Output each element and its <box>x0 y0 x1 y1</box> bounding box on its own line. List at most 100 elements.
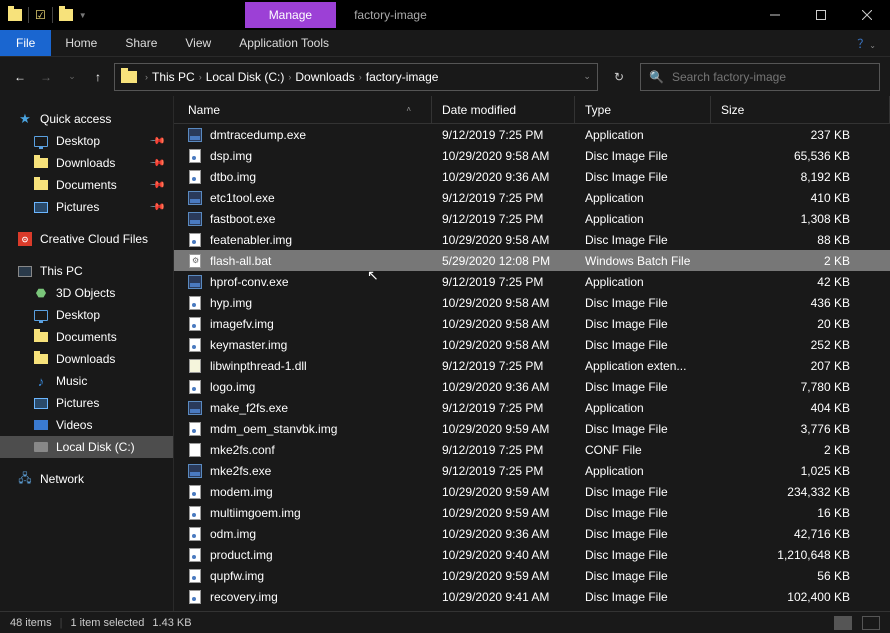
chevron-right-icon[interactable]: › <box>359 72 362 82</box>
sidebar-this-pc[interactable]: This PC <box>0 260 173 282</box>
file-tab[interactable]: File <box>0 30 51 56</box>
file-row[interactable]: dsp.img10/29/2020 9:58 AMDisc Image File… <box>174 145 890 166</box>
chevron-right-icon[interactable]: › <box>145 72 148 82</box>
file-name: make_f2fs.exe <box>210 401 288 415</box>
file-row[interactable]: dmtracedump.exe9/12/2019 7:25 PMApplicat… <box>174 124 890 145</box>
tab-home[interactable]: Home <box>51 31 111 55</box>
sidebar-network[interactable]: 🖧 Network <box>0 468 173 490</box>
address-bar[interactable]: › This PC › Local Disk (C:) › Downloads … <box>114 63 598 91</box>
file-row[interactable]: imagefv.img10/29/2020 9:58 AMDisc Image … <box>174 313 890 334</box>
up-button[interactable]: ↑ <box>88 67 108 87</box>
conf-file-icon <box>189 443 201 457</box>
file-row[interactable]: hprof-conv.exe9/12/2019 7:25 PMApplicati… <box>174 271 890 292</box>
status-selection-count: 1 item selected <box>70 617 144 629</box>
file-row[interactable]: etc1tool.exe9/12/2019 7:25 PMApplication… <box>174 187 890 208</box>
file-size: 16 KB <box>711 506 890 520</box>
file-size: 42,716 KB <box>711 527 890 541</box>
sidebar-item[interactable]: Videos <box>0 414 173 436</box>
qat-dropdown-icon[interactable]: ▼ <box>79 11 87 20</box>
file-type: Disc Image File <box>575 569 711 583</box>
status-bar: 48 items | 1 item selected 1.43 KB <box>0 611 890 633</box>
breadcrumb-segment[interactable]: Local Disk (C:) <box>206 70 285 84</box>
forward-button[interactable]: → <box>36 67 56 87</box>
disc-image-icon <box>189 233 201 247</box>
file-row[interactable]: dtbo.img10/29/2020 9:36 AMDisc Image Fil… <box>174 166 890 187</box>
properties-icon[interactable]: ☑ <box>35 8 46 22</box>
file-size: 436 KB <box>711 296 890 310</box>
file-row[interactable]: modem.img10/29/2020 9:59 AMDisc Image Fi… <box>174 481 890 502</box>
refresh-button[interactable]: ↻ <box>604 70 634 84</box>
file-row[interactable]: featenabler.img10/29/2020 9:58 AMDisc Im… <box>174 229 890 250</box>
sidebar-item[interactable]: Documents📌 <box>0 174 173 196</box>
sidebar-item[interactable]: Desktop📌 <box>0 130 173 152</box>
file-row[interactable]: product.img10/29/2020 9:40 AMDisc Image … <box>174 544 890 565</box>
sidebar-item-label: Desktop <box>56 134 100 148</box>
help-icon[interactable]: ？⌄ <box>843 35 890 52</box>
new-folder-icon[interactable] <box>59 9 73 21</box>
disc-image-icon <box>189 170 201 184</box>
file-row[interactable]: flash-all.bat5/29/2020 12:08 PMWindows B… <box>174 250 890 271</box>
folder-icon <box>34 180 48 190</box>
video-icon <box>34 420 48 430</box>
folder-icon[interactable] <box>8 9 22 21</box>
file-row[interactable]: mke2fs.exe9/12/2019 7:25 PMApplication1,… <box>174 460 890 481</box>
file-row[interactable]: keymaster.img10/29/2020 9:58 AMDisc Imag… <box>174 334 890 355</box>
column-date-modified[interactable]: Date modified <box>432 96 575 123</box>
sidebar-creative-cloud[interactable]: ⊙ Creative Cloud Files <box>0 228 173 250</box>
breadcrumb-segment[interactable]: Downloads <box>295 70 354 84</box>
address-dropdown-icon[interactable]: ⌄ <box>583 71 591 82</box>
status-selection-size: 1.43 KB <box>152 617 191 629</box>
minimize-button[interactable] <box>752 0 798 30</box>
sidebar-item[interactable]: Pictures📌 <box>0 196 173 218</box>
chevron-right-icon[interactable]: › <box>288 72 291 82</box>
tab-view[interactable]: View <box>171 31 225 55</box>
file-row[interactable]: make_f2fs.exe9/12/2019 7:25 PMApplicatio… <box>174 397 890 418</box>
file-name: libwinpthread-1.dll <box>210 359 307 373</box>
tab-share[interactable]: Share <box>111 31 171 55</box>
file-type: Application <box>575 212 711 226</box>
file-row[interactable]: libwinpthread-1.dll9/12/2019 7:25 PMAppl… <box>174 355 890 376</box>
sidebar-item[interactable]: ♪Music <box>0 370 173 392</box>
breadcrumb-segment[interactable]: factory-image <box>366 70 439 84</box>
sidebar-item[interactable]: ⬣3D Objects <box>0 282 173 304</box>
column-size[interactable]: Size <box>711 96 890 123</box>
sidebar-item[interactable]: Desktop <box>0 304 173 326</box>
file-type: Disc Image File <box>575 422 711 436</box>
search-input[interactable] <box>672 70 871 84</box>
sidebar-item[interactable]: Downloads📌 <box>0 152 173 174</box>
file-row[interactable]: mdm_oem_stanvbk.img10/29/2020 9:59 AMDis… <box>174 418 890 439</box>
file-row[interactable]: logo.img10/29/2020 9:36 AMDisc Image Fil… <box>174 376 890 397</box>
sidebar-item[interactable]: Downloads <box>0 348 173 370</box>
file-date: 9/12/2019 7:25 PM <box>432 401 575 415</box>
file-row[interactable]: mke2fs.conf9/12/2019 7:25 PMCONF File2 K… <box>174 439 890 460</box>
sidebar-item-label: Desktop <box>56 308 100 322</box>
close-button[interactable] <box>844 0 890 30</box>
file-row[interactable]: odm.img10/29/2020 9:36 AMDisc Image File… <box>174 523 890 544</box>
sidebar-item[interactable]: Local Disk (C:) <box>0 436 173 458</box>
sidebar-item[interactable]: Pictures <box>0 392 173 414</box>
back-button[interactable]: ← <box>10 67 30 87</box>
disc-image-icon <box>189 548 201 562</box>
file-name: qupfw.img <box>210 569 264 583</box>
file-row[interactable]: multiimgoem.img10/29/2020 9:59 AMDisc Im… <box>174 502 890 523</box>
file-row[interactable]: hyp.img10/29/2020 9:58 AMDisc Image File… <box>174 292 890 313</box>
application-icon <box>188 212 202 226</box>
recent-locations-button[interactable]: ⌄ <box>62 67 82 87</box>
column-type[interactable]: Type <box>575 96 711 123</box>
details-view-button[interactable] <box>834 616 852 630</box>
file-row[interactable]: qupfw.img10/29/2020 9:59 AMDisc Image Fi… <box>174 565 890 586</box>
search-box[interactable]: 🔍 <box>640 63 880 91</box>
column-name[interactable]: Name ˄ <box>174 96 432 123</box>
disc-image-icon <box>189 422 201 436</box>
breadcrumb-segment[interactable]: This PC <box>152 70 195 84</box>
file-row[interactable]: recovery.img10/29/2020 9:41 AMDisc Image… <box>174 586 890 607</box>
file-list[interactable]: dmtracedump.exe9/12/2019 7:25 PMApplicat… <box>174 124 890 611</box>
file-row[interactable]: fastboot.exe9/12/2019 7:25 PMApplication… <box>174 208 890 229</box>
sidebar-quick-access[interactable]: ★ Quick access <box>0 108 173 130</box>
thumbnails-view-button[interactable] <box>862 616 880 630</box>
chevron-right-icon[interactable]: › <box>199 72 202 82</box>
sidebar-item[interactable]: Documents <box>0 326 173 348</box>
contextual-tab-manage[interactable]: Manage <box>245 2 336 28</box>
tab-application-tools[interactable]: Application Tools <box>225 31 343 55</box>
maximize-button[interactable] <box>798 0 844 30</box>
